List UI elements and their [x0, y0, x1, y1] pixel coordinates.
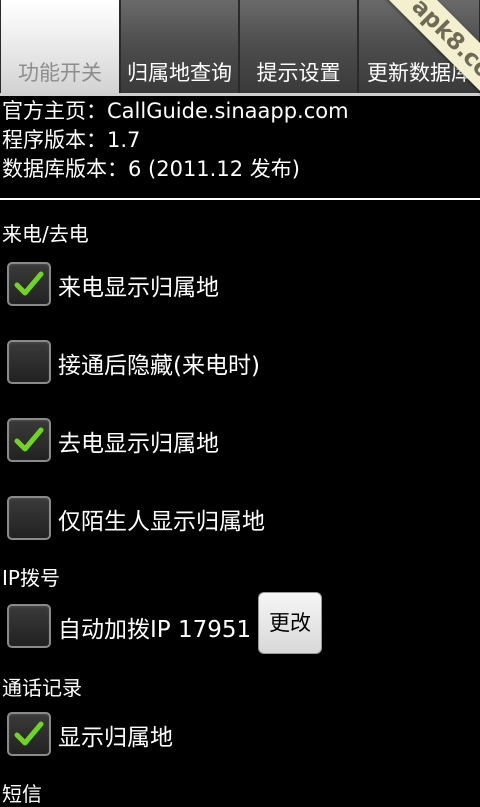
tab-underline	[0, 93, 480, 96]
option-log-show[interactable]: 显示归属地	[0, 708, 480, 768]
option-stranger-only[interactable]: 仅陌生人显示归属地	[0, 492, 480, 552]
tab-label: 功能开关	[18, 61, 102, 85]
tab-feature-switch[interactable]: 功能开关	[0, 0, 120, 93]
db-version-text: 数据库版本：6 (2011.12 发布)	[2, 157, 300, 181]
tab-prompt-settings[interactable]: 提示设置	[239, 0, 358, 93]
checkmark-icon	[14, 427, 44, 452]
checkbox[interactable]	[7, 712, 51, 756]
section-header-call-log: 通话记录	[2, 676, 82, 700]
section-header-sms: 短信	[2, 782, 42, 806]
option-label: 显示归属地	[58, 725, 173, 751]
checkmark-icon	[14, 271, 44, 296]
tab-location-lookup[interactable]: 归属地查询	[120, 0, 239, 93]
tab-label: 归属地查询	[127, 61, 232, 85]
tab-bar: 功能开关 归属地查询 提示设置 更新数据库	[0, 0, 480, 93]
change-ip-button[interactable]: 更改	[258, 592, 322, 654]
checkbox[interactable]	[7, 604, 51, 648]
tab-update-database[interactable]: 更新数据库	[358, 0, 480, 93]
version-text: 程序版本：1.7	[2, 128, 141, 152]
checkbox[interactable]	[7, 340, 51, 384]
option-incoming-show[interactable]: 来电显示归属地	[0, 258, 480, 318]
option-label: 仅陌生人显示归属地	[58, 509, 265, 535]
option-label: 自动加拨IP 17951	[58, 617, 252, 643]
checkbox[interactable]	[7, 418, 51, 462]
option-label: 来电显示归属地	[58, 275, 219, 301]
homepage-text: 官方主页：CallGuide.sinaapp.com	[2, 99, 349, 123]
tab-label: 提示设置	[256, 61, 341, 85]
checkmark-icon	[14, 721, 44, 746]
option-outgoing-show[interactable]: 去电显示归属地	[0, 414, 480, 474]
section-header-call: 来电/去电	[2, 222, 89, 246]
option-label: 接通后隐藏(来电时)	[58, 353, 260, 379]
tab-label: 更新数据库	[367, 61, 472, 85]
section-header-ip: IP拨号	[2, 566, 60, 590]
divider	[0, 198, 480, 200]
checkbox[interactable]	[7, 496, 51, 540]
option-hide-after-answer[interactable]: 接通后隐藏(来电时)	[0, 336, 480, 396]
option-auto-ip[interactable]: 自动加拨IP 17951	[0, 600, 252, 660]
option-label: 去电显示归属地	[58, 431, 219, 457]
checkbox[interactable]	[7, 262, 51, 306]
